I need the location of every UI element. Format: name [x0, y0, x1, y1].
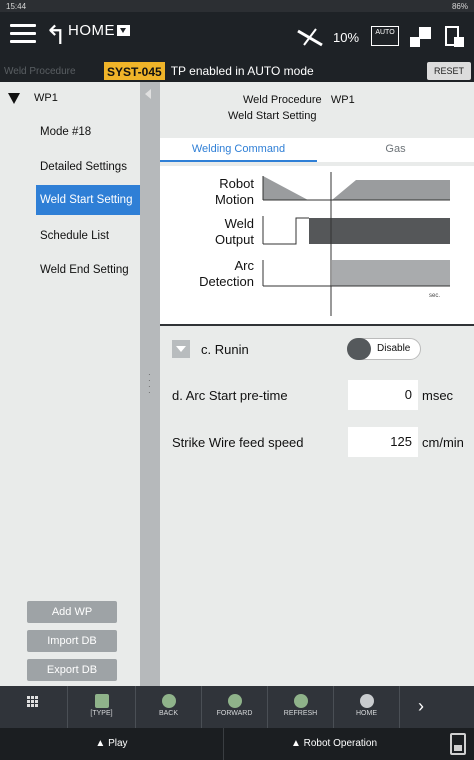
type-button[interactable]: [TYPE] — [68, 686, 136, 728]
time-unit-label: sec. — [429, 293, 440, 299]
timing-diagram-graphic: sec. — [262, 172, 450, 316]
alarm-message[interactable]: TP enabled in AUTO mode — [165, 64, 314, 78]
sidebar-item-detailed-settings[interactable]: Detailed Settings — [36, 152, 140, 182]
runin-toggle-value: Disable — [377, 343, 411, 354]
back-arrow-icon[interactable]: ↰ — [45, 22, 67, 48]
strike-wire-feed-row: Strike Wire feed speed 125 cm/min — [172, 427, 472, 457]
refresh-label: REFRESH — [283, 710, 318, 717]
alarm-context: Weld Procedure — [4, 65, 76, 77]
strike-wire-feed-label: Strike Wire feed speed — [172, 435, 304, 450]
collapse-left-icon[interactable] — [145, 89, 151, 99]
section-subtitle: Weld Start Setting — [228, 110, 317, 122]
menu-icon[interactable] — [10, 24, 36, 48]
panel-splitter[interactable]: · · · · — [140, 82, 160, 686]
tab-welding-command[interactable]: Welding Command — [160, 138, 317, 162]
back-button[interactable]: BACK — [136, 686, 202, 728]
strike-wire-feed-input[interactable]: 125 — [348, 427, 418, 457]
top-app-bar: ↰ HOME 10% AUTO — [0, 12, 474, 60]
battery-level: 86% — [451, 1, 468, 11]
bottom-toolbar: [TYPE] BACK FORWARD REFRESH HOME › — [0, 686, 474, 728]
play-button[interactable]: ▲ Play — [0, 728, 224, 760]
next-page-button[interactable]: › — [400, 686, 474, 728]
save-icon[interactable] — [450, 733, 466, 755]
disconnected-icon — [297, 28, 323, 47]
robot-motion-ramp-up — [332, 180, 450, 200]
grid-icon — [27, 696, 39, 708]
home-button[interactable]: HOME — [334, 686, 400, 728]
speed-override[interactable]: 10% — [333, 30, 359, 45]
refresh-button[interactable]: REFRESH — [268, 686, 334, 728]
arc-start-pretime-input[interactable]: 0 — [348, 380, 418, 410]
alarm-code[interactable]: SYST-045 — [104, 62, 165, 80]
runin-toggle[interactable]: Disable — [347, 338, 421, 360]
auto-mode-label: AUTO — [375, 29, 395, 36]
arc-start-pretime-unit: msec — [422, 388, 454, 403]
arc-detection-bar — [332, 260, 450, 286]
strike-wire-feed-unit: cm/min — [422, 435, 464, 450]
status-bar: 15:44 86% — [0, 0, 474, 12]
toggle-knob — [347, 338, 371, 360]
home-label: HOME — [356, 710, 377, 717]
import-db-button[interactable]: Import DB — [27, 630, 117, 652]
app-grid-button[interactable] — [0, 686, 68, 728]
sidebar: WP1 Mode #18 Detailed Settings Weld Star… — [0, 82, 140, 686]
reset-button[interactable]: RESET — [426, 62, 471, 80]
robot-status-icon[interactable] — [407, 25, 433, 49]
auto-mode-icon: AUTO — [371, 26, 399, 46]
home-icon — [359, 694, 374, 708]
forward-button[interactable]: FORWARD — [202, 686, 268, 728]
collapse-caret-icon — [8, 92, 20, 104]
add-wp-button[interactable]: Add WP — [27, 601, 117, 623]
back-label: BACK — [158, 710, 179, 717]
type-label: [TYPE] — [90, 710, 113, 717]
procedure-line: Weld Procedure WP1 — [243, 94, 355, 106]
drag-handle-icon[interactable]: · · · · — [148, 371, 151, 397]
sidebar-item-weld-end-setting[interactable]: Weld End Setting — [36, 255, 140, 285]
sidebar-title[interactable]: WP1 — [8, 92, 58, 104]
runin-row: c. Runin Disable — [172, 338, 468, 362]
sidebar-item-weld-start-setting[interactable]: Weld Start Setting — [36, 185, 140, 215]
timing-diagram: Robot Motion Weld Output Arc Detection s… — [160, 166, 474, 324]
procedure-value: WP1 — [330, 94, 355, 106]
tab-bar: Welding Command Gas — [160, 138, 474, 162]
home-title[interactable]: HOME — [68, 22, 130, 39]
sidebar-title-label: WP1 — [34, 92, 58, 104]
export-db-button[interactable]: Export DB — [27, 659, 117, 681]
robot-operation-button[interactable]: ▲ Robot Operation — [224, 728, 444, 760]
arc-start-pretime-label: d. Arc Start pre-time — [172, 388, 288, 403]
forward-label: FORWARD — [216, 710, 253, 717]
procedure-label: Weld Procedure — [243, 94, 322, 106]
arc-start-pretime-row: d. Arc Start pre-time 0 msec — [172, 380, 472, 410]
runin-expand-icon[interactable] — [172, 340, 190, 358]
alarm-bar: Weld Procedure SYST-045 TP enabled in AU… — [0, 60, 474, 82]
footer-bar: ▲ Play ▲ Robot Operation — [0, 728, 474, 760]
forward-icon — [227, 694, 242, 708]
refresh-icon — [293, 694, 308, 708]
type-icon — [94, 694, 109, 708]
weld-output-bar — [309, 218, 450, 244]
sidebar-item-mode[interactable]: Mode #18 — [36, 117, 140, 147]
status-time: 15:44 — [6, 1, 27, 11]
page-title: HOME — [68, 22, 115, 39]
dropdown-icon — [117, 25, 130, 36]
teach-pendant-icon[interactable] — [444, 25, 466, 49]
tab-gas[interactable]: Gas — [317, 138, 474, 162]
sidebar-item-schedule-list[interactable]: Schedule List — [36, 221, 140, 251]
chevron-right-icon: › — [418, 696, 424, 716]
section-divider — [160, 324, 474, 326]
robot-motion-ramp-down — [263, 176, 308, 200]
runin-label: c. Runin — [201, 342, 249, 357]
procedure-header: Weld Procedure WP1 Weld Start Setting — [160, 82, 474, 134]
main-panel: Weld Procedure WP1 Weld Start Setting We… — [160, 82, 474, 686]
back-icon — [161, 694, 176, 708]
